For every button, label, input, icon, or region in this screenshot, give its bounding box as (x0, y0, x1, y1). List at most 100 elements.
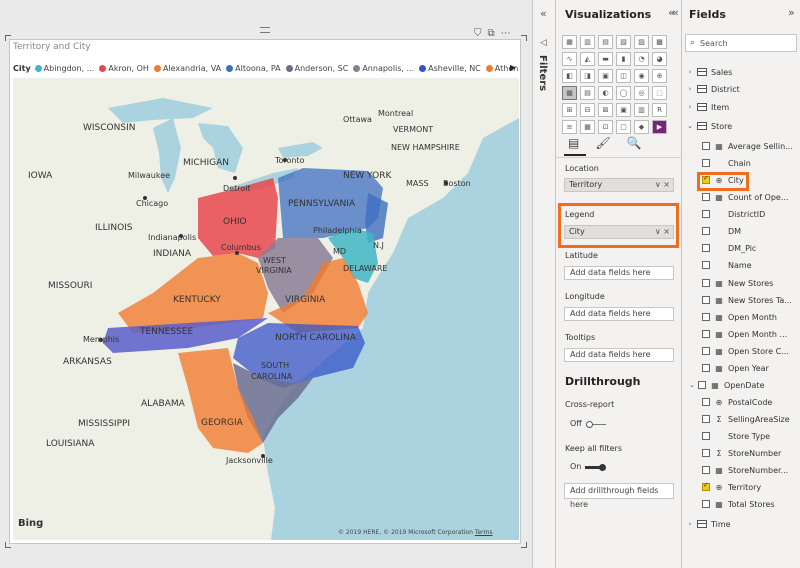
visual-type-icon[interactable]: ▣ (598, 69, 613, 83)
field-row[interactable]: DM (682, 223, 800, 239)
field-checkbox[interactable] (702, 279, 710, 287)
visual-type-icon[interactable]: ⊟ (580, 103, 595, 117)
field-row[interactable]: ⌄ ▦ OpenDate (682, 377, 800, 393)
resize-handle-top-right[interactable] (521, 35, 527, 41)
visual-type-icon[interactable]: ▦ (562, 35, 577, 49)
field-checkbox[interactable] (702, 261, 710, 269)
field-row[interactable]: ⊕ Territory (682, 479, 800, 495)
visual-type-icon[interactable]: ◉ (634, 69, 649, 83)
field-checkbox[interactable] (698, 381, 706, 389)
field-checkbox[interactable] (702, 500, 710, 508)
legend-next-arrow-icon[interactable]: ▶ (510, 63, 516, 72)
field-row[interactable]: ▦ Open Month (682, 309, 800, 325)
visual-type-icon[interactable]: ◐ (598, 86, 613, 100)
legend-item[interactable]: Alexandria, VA (153, 64, 221, 73)
legend-item[interactable]: Abingdon, ... (34, 64, 94, 73)
fields-search-input[interactable]: ⌕ Search (685, 34, 797, 52)
visual-drag-handle[interactable] (260, 27, 270, 33)
visual-type-icon[interactable]: ▢ (616, 120, 631, 134)
visual-type-icon[interactable]: ▶ (652, 120, 667, 134)
map-visual[interactable]: Territory and City City Abingdon, ... Ak… (9, 39, 521, 544)
field-row[interactable]: ▦ New Stores (682, 275, 800, 291)
visual-type-icon[interactable]: ▨ (634, 35, 649, 49)
more-options-icon[interactable]: ⋯ (501, 29, 511, 39)
field-row[interactable]: ⊕ PostalCode (682, 394, 800, 410)
field-table-row[interactable]: › Item (682, 99, 800, 115)
visual-type-icon[interactable]: ▦ (562, 86, 577, 100)
well-controls[interactable]: ∨ × (655, 226, 670, 238)
field-checkbox[interactable] (702, 227, 710, 235)
field-row[interactable]: Chain (682, 155, 800, 171)
field-checkbox[interactable] (702, 415, 710, 423)
cross-report-toggle[interactable]: Off (570, 419, 608, 428)
focus-mode-icon[interactable]: ⧉ (488, 29, 495, 39)
visual-type-icon[interactable]: ⊡ (598, 120, 613, 134)
field-table-row[interactable]: › District (682, 81, 800, 97)
visual-type-icon[interactable]: ◎ (634, 86, 649, 100)
visual-type-icon[interactable]: ◕ (652, 52, 667, 66)
field-row[interactable]: ▦ New Stores Ta... (682, 292, 800, 308)
field-row[interactable]: ▦ Average Sellin... (682, 138, 800, 154)
visual-type-icon[interactable]: ◯ (616, 86, 631, 100)
visual-type-icon[interactable]: ◆ (634, 120, 649, 134)
format-tab-icon[interactable]: 🖌 (595, 136, 610, 150)
field-checkbox[interactable] (702, 330, 710, 338)
visual-type-icon[interactable]: ▥ (580, 35, 595, 49)
map-area[interactable]: Ottawa Montreal VERMONT WISCONSIN MICHIG… (13, 78, 519, 540)
collapse-filters-icon[interactable]: « (540, 7, 547, 20)
field-checkbox[interactable] (702, 296, 710, 304)
field-row[interactable]: ▦ Count of Ope... (682, 189, 800, 205)
visual-type-icon[interactable]: R (652, 103, 667, 117)
filter-icon[interactable]: ⛉ (474, 29, 482, 39)
visual-type-icon[interactable]: ▩ (652, 35, 667, 49)
legend-item[interactable]: Akron, OH (99, 64, 149, 73)
visual-type-icon[interactable]: ▥ (634, 103, 649, 117)
field-row[interactable]: ▦ StoreNumber... (682, 462, 800, 478)
visual-type-icon[interactable]: ⊠ (598, 103, 613, 117)
field-row[interactable]: Σ StoreNumber (682, 445, 800, 461)
visual-type-icon[interactable]: ▤ (598, 35, 613, 49)
resize-handle-bottom-right[interactable] (521, 542, 527, 548)
fields-tab-icon[interactable]: ▤ (568, 136, 579, 150)
field-row[interactable]: ▦ Open Month ... (682, 326, 800, 342)
field-checkbox[interactable] (702, 210, 710, 218)
chevron-right-icon[interactable]: › (686, 103, 694, 111)
visual-type-icon[interactable]: ▣ (616, 103, 631, 117)
chevron-right-icon[interactable]: › (686, 85, 694, 93)
field-row[interactable]: ▦ Open Store C... (682, 343, 800, 359)
visual-type-icon[interactable]: ◨ (580, 69, 595, 83)
visual-type-icon[interactable]: ∿ (562, 52, 577, 66)
visual-type-icon[interactable]: ⊕ (652, 69, 667, 83)
field-checkbox[interactable] (702, 432, 710, 440)
visual-type-icon[interactable]: ▮ (616, 52, 631, 66)
visual-type-icon[interactable]: ◔ (634, 52, 649, 66)
field-table-row[interactable]: › Sales (682, 64, 800, 80)
visual-type-icon[interactable]: ≡ (562, 120, 577, 134)
visual-type-icon[interactable]: ◫ (616, 69, 631, 83)
longitude-well[interactable]: Add data fields here (564, 307, 674, 321)
keep-filters-toggle[interactable]: On (570, 462, 607, 471)
visual-type-icon[interactable]: ◭ (580, 52, 595, 66)
field-checkbox[interactable] (702, 347, 710, 355)
legend-item[interactable]: Asheville, NC (419, 64, 481, 73)
latitude-well[interactable]: Add data fields here (564, 266, 674, 280)
visual-type-icon[interactable]: ▦ (580, 120, 595, 134)
toggle-switch-on[interactable] (585, 463, 607, 471)
analytics-tab-icon[interactable]: 🔍 (627, 136, 642, 150)
legend-well[interactable]: City ∨ × (564, 225, 674, 239)
toggle-switch-off[interactable] (585, 420, 608, 428)
drillthrough-well[interactable]: Add drillthrough fields here (564, 483, 674, 509)
field-row[interactable]: Name (682, 257, 800, 273)
visual-type-icon[interactable]: ▧ (616, 35, 631, 49)
field-checkbox[interactable] (702, 159, 710, 167)
field-row[interactable]: DistrictID (682, 206, 800, 222)
field-table-row[interactable]: › Time (682, 516, 800, 532)
terms-link[interactable]: Terms (475, 529, 493, 536)
field-checkbox[interactable] (702, 142, 710, 150)
field-row[interactable]: Σ SellingAreaSize (682, 411, 800, 427)
field-checkbox[interactable] (702, 466, 710, 474)
legend-item[interactable]: Anderson, SC (285, 64, 348, 73)
field-row[interactable]: ▦ Total Stores (682, 496, 800, 512)
legend-item[interactable]: Annapolis, ... (353, 64, 414, 73)
chevron-down-icon[interactable]: ⌄ (686, 122, 694, 130)
